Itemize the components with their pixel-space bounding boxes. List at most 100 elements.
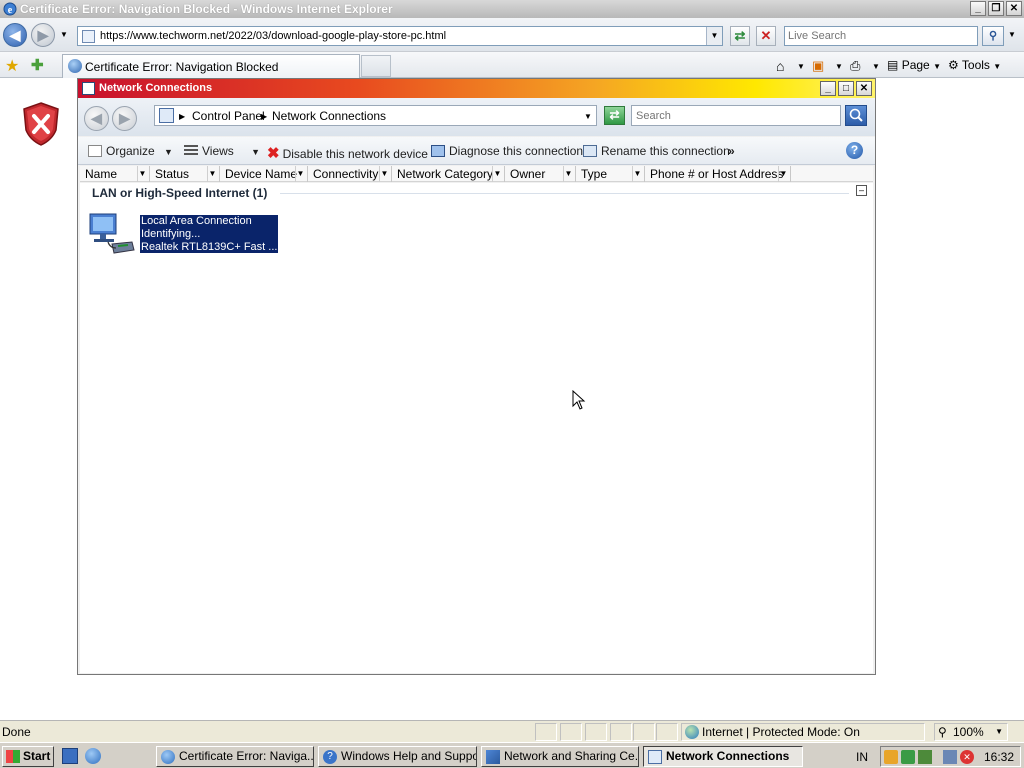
column-owner[interactable]: Owner ▼ — [505, 166, 576, 182]
forward-button[interactable]: ▶ — [31, 23, 55, 47]
back-icon: ◀ — [9, 27, 21, 43]
rss-dropdown[interactable]: ▼ — [835, 62, 843, 71]
recent-pages-dropdown[interactable]: ▼ — [60, 30, 68, 39]
rename-button[interactable]: Rename this connection — [583, 144, 730, 158]
add-favorites-icon[interactable]: ✚ — [31, 56, 44, 74]
network-tray-icon[interactable] — [943, 750, 957, 764]
ie-page-icon — [68, 59, 82, 73]
refresh-button[interactable]: ⇄ — [730, 26, 750, 46]
zoom-control[interactable]: ⚲ 100% ▼ — [934, 723, 1008, 741]
browser-title: Certificate Error: Navigation Blocked - … — [20, 2, 393, 16]
new-tab-button[interactable] — [361, 55, 391, 77]
views-button[interactable]: Views ▼ — [184, 144, 260, 158]
diagnose-button[interactable]: Diagnose this connection — [431, 144, 583, 158]
column-phone-host[interactable]: Phone # or Host Address ▼ — [645, 166, 791, 182]
task-network-sharing[interactable]: Network and Sharing Ce... — [481, 746, 639, 767]
address-bar[interactable]: https://www.techworm.net/2022/03/downloa… — [77, 26, 723, 46]
print-icon[interactable]: ⎙ — [850, 58, 860, 74]
explorer-back-button[interactable]: ◀ — [84, 106, 109, 131]
connection-device: Realtek RTL8139C+ Fast ... — [141, 241, 278, 253]
globe-icon — [685, 725, 699, 739]
explorer-search-input[interactable] — [631, 105, 841, 126]
back-button[interactable]: ◀ — [3, 23, 27, 47]
language-indicator[interactable]: IN — [856, 750, 868, 764]
column-type[interactable]: Type ▼ — [576, 166, 645, 182]
home-dropdown[interactable]: ▼ — [797, 62, 805, 71]
explorer-forward-button[interactable]: ▶ — [112, 106, 137, 131]
explorer-search-button[interactable] — [845, 105, 867, 126]
system-tray: ✕ 16:32 — [880, 746, 1021, 767]
status-cell — [656, 723, 678, 741]
connections-list: LAN or High-Speed Internet (1) – Local A… — [80, 183, 873, 673]
minimize-button[interactable]: _ — [970, 1, 986, 16]
windows-flag-icon — [6, 750, 20, 763]
column-connectivity[interactable]: Connectivity ▼ — [308, 166, 392, 182]
tools-menu-label: Tools — [961, 58, 990, 72]
browser-title-bar: e Certificate Error: Navigation Blocked … — [0, 0, 1024, 18]
rss-icon[interactable]: ▣ — [812, 58, 824, 74]
window-close-button[interactable]: ✕ — [856, 81, 872, 96]
security-shield-icon[interactable] — [884, 750, 898, 764]
clock[interactable]: 16:32 — [984, 750, 1014, 764]
svg-text:e: e — [8, 5, 13, 16]
task-windows-help[interactable]: ? Windows Help and Support — [318, 746, 477, 767]
zone-label: Internet | Protected Mode: On — [702, 725, 860, 739]
ie-icon — [161, 750, 175, 764]
search-options-dropdown[interactable]: ▼ — [1008, 30, 1016, 39]
address-dropdown[interactable]: ▼ — [706, 27, 722, 45]
column-status[interactable]: Status ▼ — [150, 166, 220, 182]
stop-icon: ✕ — [760, 28, 772, 43]
volume-error-icon[interactable]: ✕ — [960, 750, 974, 764]
column-headers: Name ▼ Status ▼ Device Name ▼ Connectivity ▼… — [80, 166, 873, 182]
explorer-refresh-button[interactable]: ⇄ — [604, 106, 625, 125]
views-icon — [184, 145, 198, 157]
connection-name: Local Area Connection — [141, 215, 252, 227]
help-icon[interactable]: ? — [846, 142, 863, 159]
home-icon[interactable]: ⌂ — [776, 58, 784, 74]
breadcrumb-dropdown[interactable]: ▼ — [584, 112, 592, 121]
column-name[interactable]: Name ▼ — [80, 166, 150, 182]
breadcrumb[interactable]: ▶ Control Panel ▶ Network Connections ▼ — [154, 105, 597, 126]
page-menu-label: Page — [901, 58, 930, 72]
window-maximize-button[interactable]: □ — [838, 81, 854, 96]
page-menu-icon: ▤ — [887, 58, 899, 72]
diagnose-icon — [431, 145, 445, 157]
start-button[interactable]: Start — [2, 746, 54, 767]
security-zone[interactable]: Internet | Protected Mode: On — [681, 723, 925, 741]
page-icon — [82, 30, 95, 43]
security-center-icon[interactable] — [901, 750, 915, 764]
breadcrumb-control-panel[interactable]: Control Panel — [192, 109, 265, 123]
page-menu[interactable]: ▤ Page ▼ — [887, 58, 941, 72]
group-header[interactable]: LAN or High-Speed Internet (1) — [92, 186, 267, 200]
window-minimize-button[interactable]: _ — [820, 81, 836, 96]
browser-tab[interactable]: Certificate Error: Navigation Blocked — [62, 54, 360, 78]
close-button[interactable]: ✕ — [1006, 1, 1022, 16]
organize-button[interactable]: Organize ▼ — [88, 144, 173, 158]
column-device-name[interactable]: Device Name ▼ — [220, 166, 308, 182]
collapse-group-button[interactable]: – — [856, 185, 867, 196]
status-text: Done — [2, 725, 31, 739]
tools-menu[interactable]: ⚙ Tools ▼ — [948, 58, 1001, 72]
column-network-category[interactable]: Network Category ▼ — [392, 166, 505, 182]
stop-button[interactable]: ✕ — [756, 26, 776, 46]
live-search-input[interactable] — [784, 26, 978, 46]
task-network-connections[interactable]: Network Connections — [643, 746, 803, 767]
restore-button[interactable]: ❐ — [988, 1, 1004, 16]
print-dropdown[interactable]: ▼ — [872, 62, 880, 71]
window-title: Network Connections — [99, 82, 213, 94]
breadcrumb-network-connections[interactable]: Network Connections — [272, 109, 386, 123]
tray-app-icon[interactable] — [918, 750, 932, 764]
ie-quicklaunch-icon[interactable] — [85, 748, 101, 764]
favorites-star-icon[interactable]: ★ — [5, 56, 19, 76]
show-desktop-icon[interactable] — [62, 748, 78, 764]
start-label: Start — [23, 749, 51, 763]
disable-device-button[interactable]: ✖ Disable this network device — [267, 144, 428, 162]
task-certificate-error[interactable]: Certificate Error: Naviga... — [156, 746, 314, 767]
search-button[interactable]: ⚲ — [982, 26, 1004, 46]
more-commands-button[interactable]: » — [728, 144, 735, 158]
list-item[interactable]: Local Area Connection Identifying... Rea… — [88, 212, 283, 256]
explorer-nav-bar: ◀ ▶ ▶ Control Panel ▶ Network Connection… — [78, 98, 875, 136]
search-icon — [849, 108, 863, 122]
status-cell — [560, 723, 582, 741]
connection-label: Local Area Connection Identifying... Rea… — [140, 215, 278, 253]
